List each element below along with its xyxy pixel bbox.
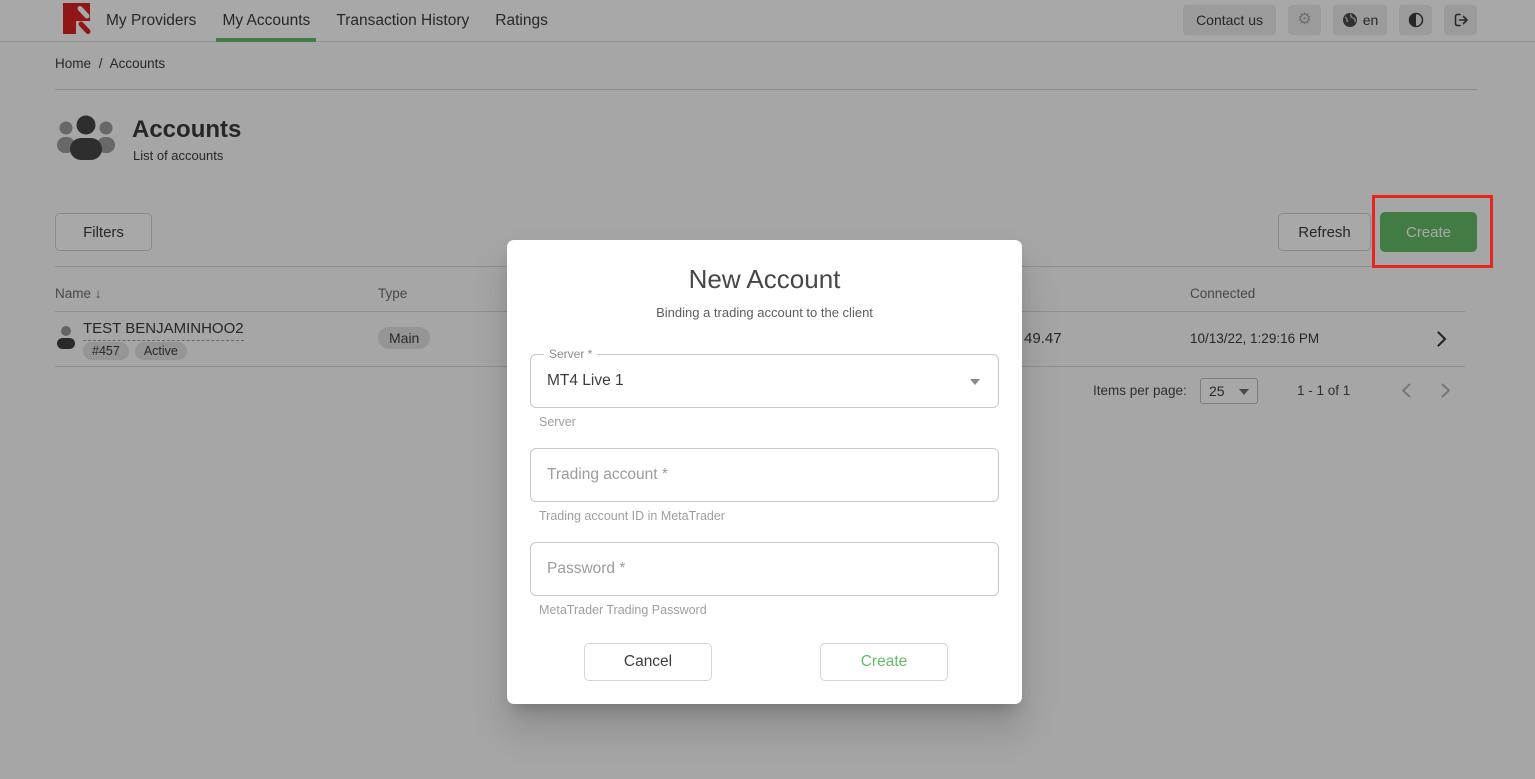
- dialog-create-button[interactable]: Create: [820, 643, 948, 681]
- trading-account-hint: Trading account ID in MetaTrader: [530, 509, 999, 523]
- server-hint: Server: [530, 415, 999, 429]
- server-select[interactable]: Server * MT4 Live 1: [530, 354, 999, 408]
- cancel-button[interactable]: Cancel: [584, 643, 712, 681]
- caret-down-icon: [970, 379, 980, 385]
- server-select-label: Server *: [544, 347, 597, 361]
- password-hint: MetaTrader Trading Password: [530, 603, 999, 617]
- trading-account-input[interactable]: [530, 448, 999, 502]
- dialog-body: Server * MT4 Live 1 Server Trading accou…: [507, 354, 1022, 617]
- server-select-value: MT4 Live 1: [531, 355, 998, 407]
- password-input[interactable]: [530, 542, 999, 596]
- dialog-title: New Account: [507, 264, 1022, 295]
- dialog-subtitle: Binding a trading account to the client: [507, 305, 1022, 320]
- new-account-dialog: New Account Binding a trading account to…: [507, 240, 1022, 704]
